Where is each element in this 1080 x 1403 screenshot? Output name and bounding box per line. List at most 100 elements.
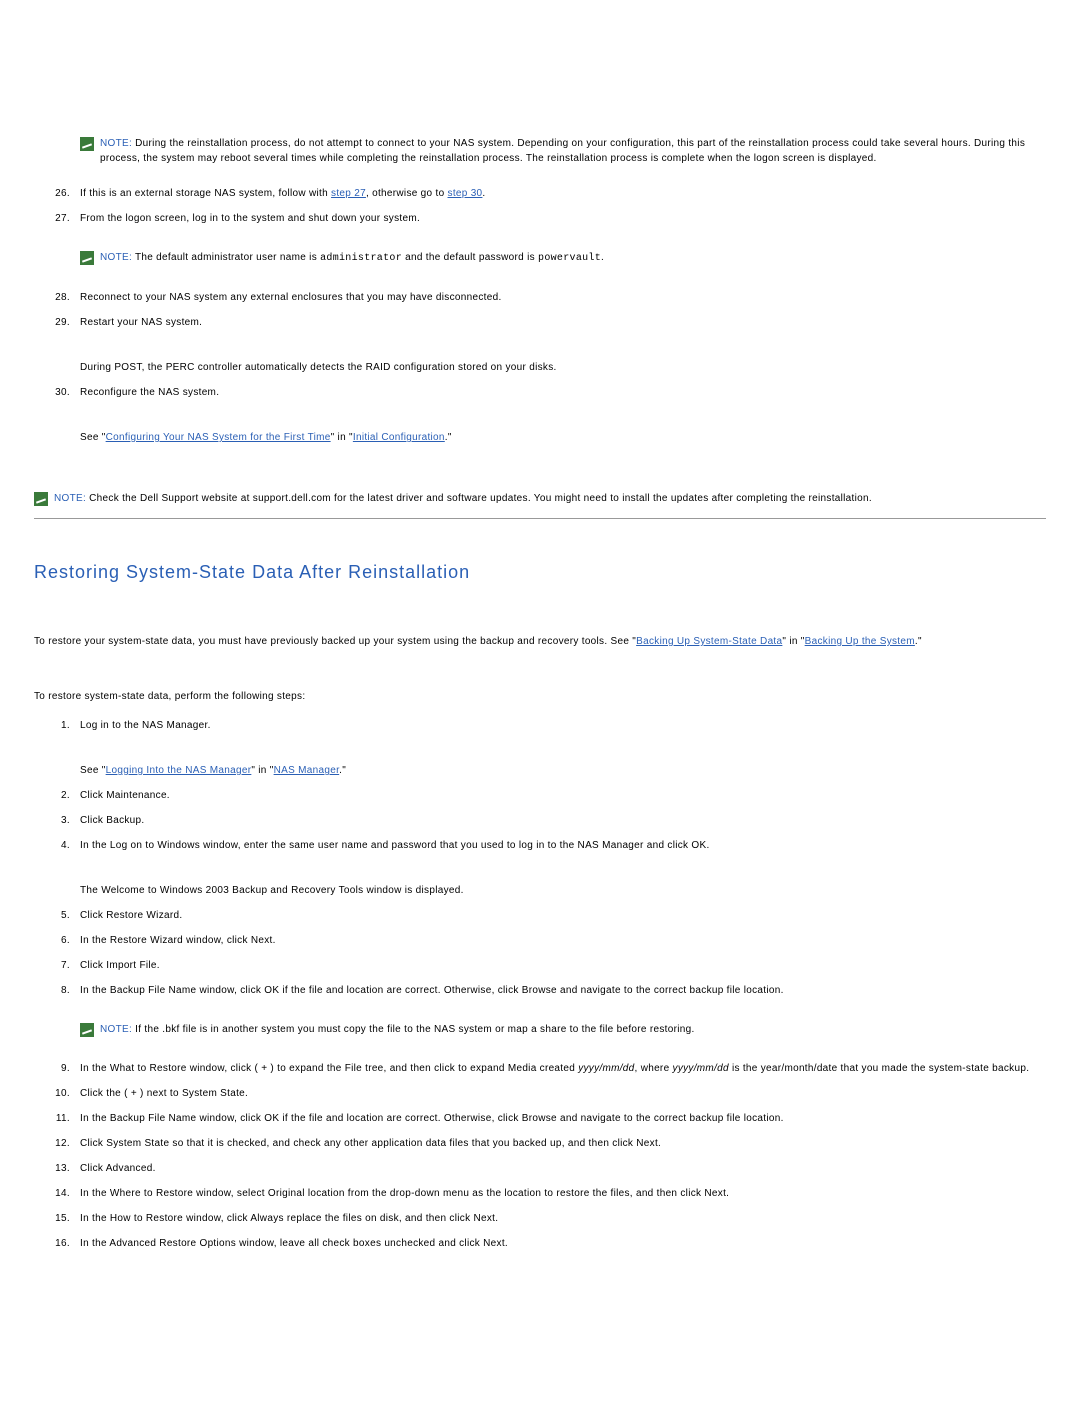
step-30: 30 Reconfigure the NAS system.: [34, 385, 1046, 400]
step-body: Reconnect to your NAS system any externa…: [80, 290, 1046, 305]
step-number: 13: [34, 1161, 80, 1176]
step-body: Log in to the NAS Manager.: [80, 718, 1046, 733]
link-step-30[interactable]: step 30: [448, 188, 483, 199]
link-logging-into-nas[interactable]: Logging Into the NAS Manager: [106, 765, 252, 776]
text: See ": [80, 765, 106, 776]
step-number: 28: [34, 290, 80, 305]
note-text: NOTE: Check the Dell Support website at …: [54, 491, 872, 506]
step-body: In the What to Restore window, click ( +…: [80, 1061, 1046, 1076]
text: .": [915, 636, 922, 647]
note-text: NOTE: If the .bkf file is in another sys…: [100, 1022, 695, 1037]
step-body: In the Backup File Name window, click OK…: [80, 1111, 1046, 1126]
note-icon: [34, 492, 48, 506]
link-configuring-nas[interactable]: Configuring Your NAS System for the Firs…: [106, 432, 331, 443]
step-b9: 9 In the What to Restore window, click (…: [34, 1061, 1046, 1076]
step-body: Restart your NAS system.: [80, 315, 1046, 330]
step-b1: 1 Log in to the NAS Manager.: [34, 718, 1046, 733]
step-b6: 6 In the Restore Wizard window, click Ne…: [34, 933, 1046, 948]
intro-paragraph: To restore your system-state data, you m…: [34, 634, 1046, 649]
step-b2: 2 Click Maintenance.: [34, 788, 1046, 803]
step-number: 16: [34, 1236, 80, 1251]
note-block: NOTE: The default administrator user nam…: [80, 250, 1046, 266]
step-number: 12: [34, 1136, 80, 1151]
step-body: Reconfigure the NAS system.: [80, 385, 1046, 400]
step-number: 1: [34, 718, 80, 733]
note-text: NOTE: During the reinstallation process,…: [100, 136, 1046, 166]
note-label: NOTE:: [100, 252, 132, 263]
intro-paragraph-2: To restore system-state data, perform th…: [34, 689, 1046, 704]
text: " in ": [331, 432, 353, 443]
step-number: 15: [34, 1211, 80, 1226]
step-b14: 14 In the Where to Restore window, selec…: [34, 1186, 1046, 1201]
step-27: 27 From the logon screen, log in to the …: [34, 211, 1046, 226]
step-number: 7: [34, 958, 80, 973]
note-label: NOTE:: [100, 138, 132, 149]
text: and the default password is: [402, 252, 538, 263]
note-label: NOTE:: [54, 493, 86, 504]
text: " in ": [251, 765, 273, 776]
step-b3: 3 Click Backup.: [34, 813, 1046, 828]
text: Check the Dell Support website at suppor…: [89, 493, 872, 504]
text: The default administrator user name is: [135, 252, 320, 263]
step-b13: 13 Click Advanced.: [34, 1161, 1046, 1176]
step-body: In the How to Restore window, click Alwa…: [80, 1211, 1046, 1226]
note-block: NOTE: During the reinstallation process,…: [80, 6, 1046, 166]
step-body: If this is an external storage NAS syste…: [80, 186, 1046, 201]
text: is the year/month/date that you made the…: [729, 1063, 1029, 1074]
step-b12: 12 Click System State so that it is chec…: [34, 1136, 1046, 1151]
step-body: Click the ( + ) next to System State.: [80, 1086, 1046, 1101]
step-body: Click System State so that it is checked…: [80, 1136, 1046, 1151]
step-number: 3: [34, 813, 80, 828]
text: .: [601, 252, 604, 263]
step-number: 6: [34, 933, 80, 948]
step-number: 9: [34, 1061, 80, 1076]
step-body: Click Backup.: [80, 813, 1046, 828]
step-number: 30: [34, 385, 80, 400]
link-step-27[interactable]: step 27: [331, 188, 366, 199]
step-body: In the Backup File Name window, click OK…: [80, 983, 1046, 998]
code-username: administrator: [320, 253, 402, 264]
step-body: Click Maintenance.: [80, 788, 1046, 803]
note-label: NOTE:: [100, 1024, 132, 1035]
text: In the What to Restore window, click ( +…: [80, 1063, 578, 1074]
code-password: powervault: [538, 253, 601, 264]
paragraph: See "Logging Into the NAS Manager" in "N…: [80, 763, 1046, 778]
step-26: 26 If this is an external storage NAS sy…: [34, 186, 1046, 201]
link-nas-manager[interactable]: NAS Manager: [274, 765, 340, 776]
step-body: Click Advanced.: [80, 1161, 1046, 1176]
paragraph: During POST, the PERC controller automat…: [80, 360, 1046, 375]
text: See ": [80, 432, 106, 443]
text: To restore your system-state data, you m…: [34, 636, 636, 647]
step-body: In the Advanced Restore Options window, …: [80, 1236, 1046, 1251]
step-b15: 15 In the How to Restore window, click A…: [34, 1211, 1046, 1226]
step-b5: 5 Click Restore Wizard.: [34, 908, 1046, 923]
note-icon: [80, 137, 94, 151]
document-page: NOTE: During the reinstallation process,…: [0, 6, 1080, 1403]
step-28: 28 Reconnect to your NAS system any exte…: [34, 290, 1046, 305]
step-number: 5: [34, 908, 80, 923]
step-b8: 8 In the Backup File Name window, click …: [34, 983, 1046, 998]
section-heading-restoring: Restoring System-State Data After Reinst…: [34, 559, 1046, 586]
step-number: 10: [34, 1086, 80, 1101]
step-body: In the Where to Restore window, select O…: [80, 1186, 1046, 1201]
link-backing-up-system[interactable]: Backing Up the System: [805, 636, 915, 647]
link-initial-configuration[interactable]: Initial Configuration: [353, 432, 445, 443]
step-b10: 10 Click the ( + ) next to System State.: [34, 1086, 1046, 1101]
step-body: In the Log on to Windows window, enter t…: [80, 838, 1046, 853]
step-b7: 7 Click Import File.: [34, 958, 1046, 973]
step-number: 26: [34, 186, 80, 201]
step-b11: 11 In the Backup File Name window, click…: [34, 1111, 1046, 1126]
note-block: NOTE: If the .bkf file is in another sys…: [80, 1022, 1046, 1037]
date-format: yyyy/mm/dd: [673, 1063, 729, 1074]
text: .": [445, 432, 452, 443]
text: " in ": [782, 636, 804, 647]
note-block: NOTE: Check the Dell Support website at …: [34, 491, 1046, 506]
step-number: 29: [34, 315, 80, 330]
text: If the .bkf file is in another system yo…: [135, 1024, 694, 1035]
step-body: In the Restore Wizard window, click Next…: [80, 933, 1046, 948]
link-backing-up-system-state[interactable]: Backing Up System-State Data: [636, 636, 782, 647]
step-number: 4: [34, 838, 80, 853]
paragraph: The Welcome to Windows 2003 Backup and R…: [80, 883, 1046, 898]
step-number: 11: [34, 1111, 80, 1126]
note-icon: [80, 251, 94, 265]
